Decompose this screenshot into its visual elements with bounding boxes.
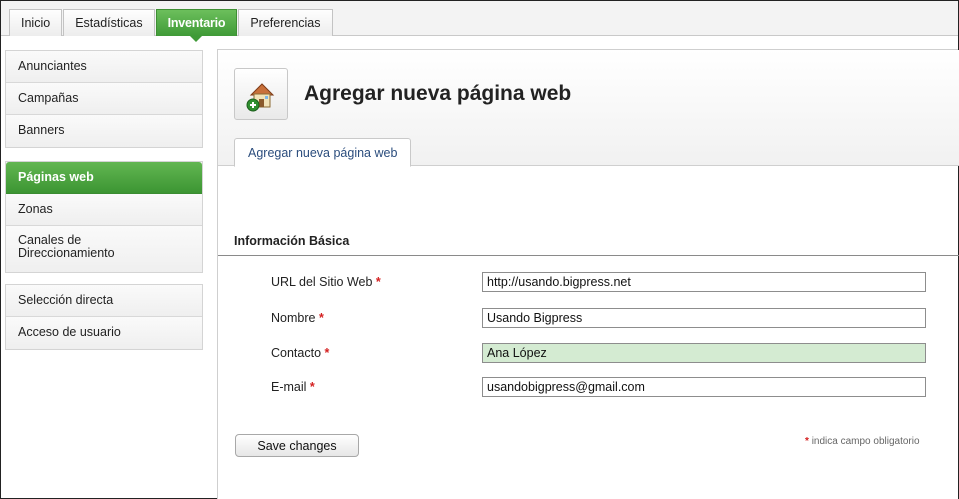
tab-agregar-pagina-web[interactable]: Agregar nueva página web bbox=[234, 138, 412, 167]
sidebar-item-label: Direccionamiento bbox=[18, 246, 115, 260]
sidebar-item-canales[interactable]: Canales de Direccionamiento bbox=[6, 226, 202, 272]
section-title: Información Básica bbox=[234, 234, 350, 248]
tab-preferencias[interactable]: Preferencias bbox=[238, 9, 333, 36]
sidebar-item-anunciantes[interactable]: Anunciantes bbox=[6, 51, 202, 83]
subtab-label: Agregar nueva página web bbox=[248, 146, 398, 160]
add-website-house-icon bbox=[234, 68, 288, 120]
note-text: indica campo obligatorio bbox=[811, 436, 920, 447]
sidebar-item-banners[interactable]: Banners bbox=[6, 115, 202, 147]
required-asterisk: * bbox=[324, 346, 330, 360]
page-header: Agregar nueva página web Agregar nueva p… bbox=[218, 50, 959, 167]
sidebar-item-label: Acceso de usuario bbox=[18, 325, 121, 339]
url-field[interactable] bbox=[482, 272, 926, 292]
sidebar-group-websites: Páginas web Zonas Canales de Direccionam… bbox=[5, 161, 203, 273]
label-text: Contacto bbox=[271, 346, 322, 360]
tab-label: Preferencias bbox=[250, 16, 321, 30]
tab-inicio[interactable]: Inicio bbox=[9, 9, 63, 36]
url-field-label: URL del Sitio Web * bbox=[271, 275, 381, 289]
sidebar-item-label: Páginas web bbox=[18, 170, 94, 184]
required-asterisk: * bbox=[309, 380, 315, 394]
sidebar-item-label: Banners bbox=[18, 123, 65, 137]
top-tabs: Inicio Estadísticas Inventario Preferenc… bbox=[9, 9, 334, 42]
sidebar-item-seleccion-directa[interactable]: Selección directa bbox=[6, 285, 202, 317]
main-panel: Agregar nueva página web Agregar nueva p… bbox=[217, 49, 959, 499]
email-field-label: E-mail * bbox=[271, 380, 315, 394]
required-asterisk: * bbox=[805, 436, 809, 447]
tab-label: Inventario bbox=[167, 16, 226, 30]
contacto-field[interactable] bbox=[482, 343, 926, 363]
sidebar-item-label: Anunciantes bbox=[18, 59, 87, 73]
sidebar-item-paginas-web[interactable]: Páginas web bbox=[6, 162, 202, 194]
page-title: Agregar nueva página web bbox=[304, 82, 572, 105]
email-field[interactable] bbox=[482, 377, 926, 397]
nombre-field[interactable] bbox=[482, 308, 926, 328]
required-asterisk: * bbox=[375, 275, 381, 289]
tab-inventario[interactable]: Inventario bbox=[155, 9, 238, 42]
section-divider bbox=[218, 255, 959, 256]
nombre-field-label: Nombre * bbox=[271, 311, 324, 325]
contacto-field-label: Contacto * bbox=[271, 346, 329, 360]
sidebar-group-inventory: Anunciantes Campañas Banners bbox=[5, 50, 203, 148]
sidebar-item-label: Selección directa bbox=[18, 293, 114, 307]
label-text: E-mail bbox=[271, 380, 307, 394]
tab-label: Inicio bbox=[21, 16, 51, 30]
sidebar-item-acceso-usuario[interactable]: Acceso de usuario bbox=[6, 317, 202, 349]
sidebar-item-campanas[interactable]: Campañas bbox=[6, 83, 202, 115]
required-asterisk: * bbox=[318, 311, 324, 325]
label-text: URL del Sitio Web bbox=[271, 275, 373, 289]
tab-estadisticas[interactable]: Estadísticas bbox=[63, 9, 155, 36]
sidebar-item-label: Campañas bbox=[18, 91, 79, 105]
sidebar-item-label: Zonas bbox=[18, 202, 53, 216]
sidebar-group-tools: Selección directa Acceso de usuario bbox=[5, 284, 203, 350]
active-tab-pointer-icon bbox=[190, 36, 203, 42]
sidebar-item-zonas[interactable]: Zonas bbox=[6, 194, 202, 226]
label-text: Nombre bbox=[271, 311, 316, 325]
top-navigation-bar: Inicio Estadísticas Inventario Preferenc… bbox=[1, 1, 958, 42]
required-field-note: * indica campo obligatorio bbox=[805, 436, 920, 447]
tab-label: Estadísticas bbox=[75, 16, 143, 30]
save-changes-button[interactable]: Save changes bbox=[235, 434, 359, 457]
